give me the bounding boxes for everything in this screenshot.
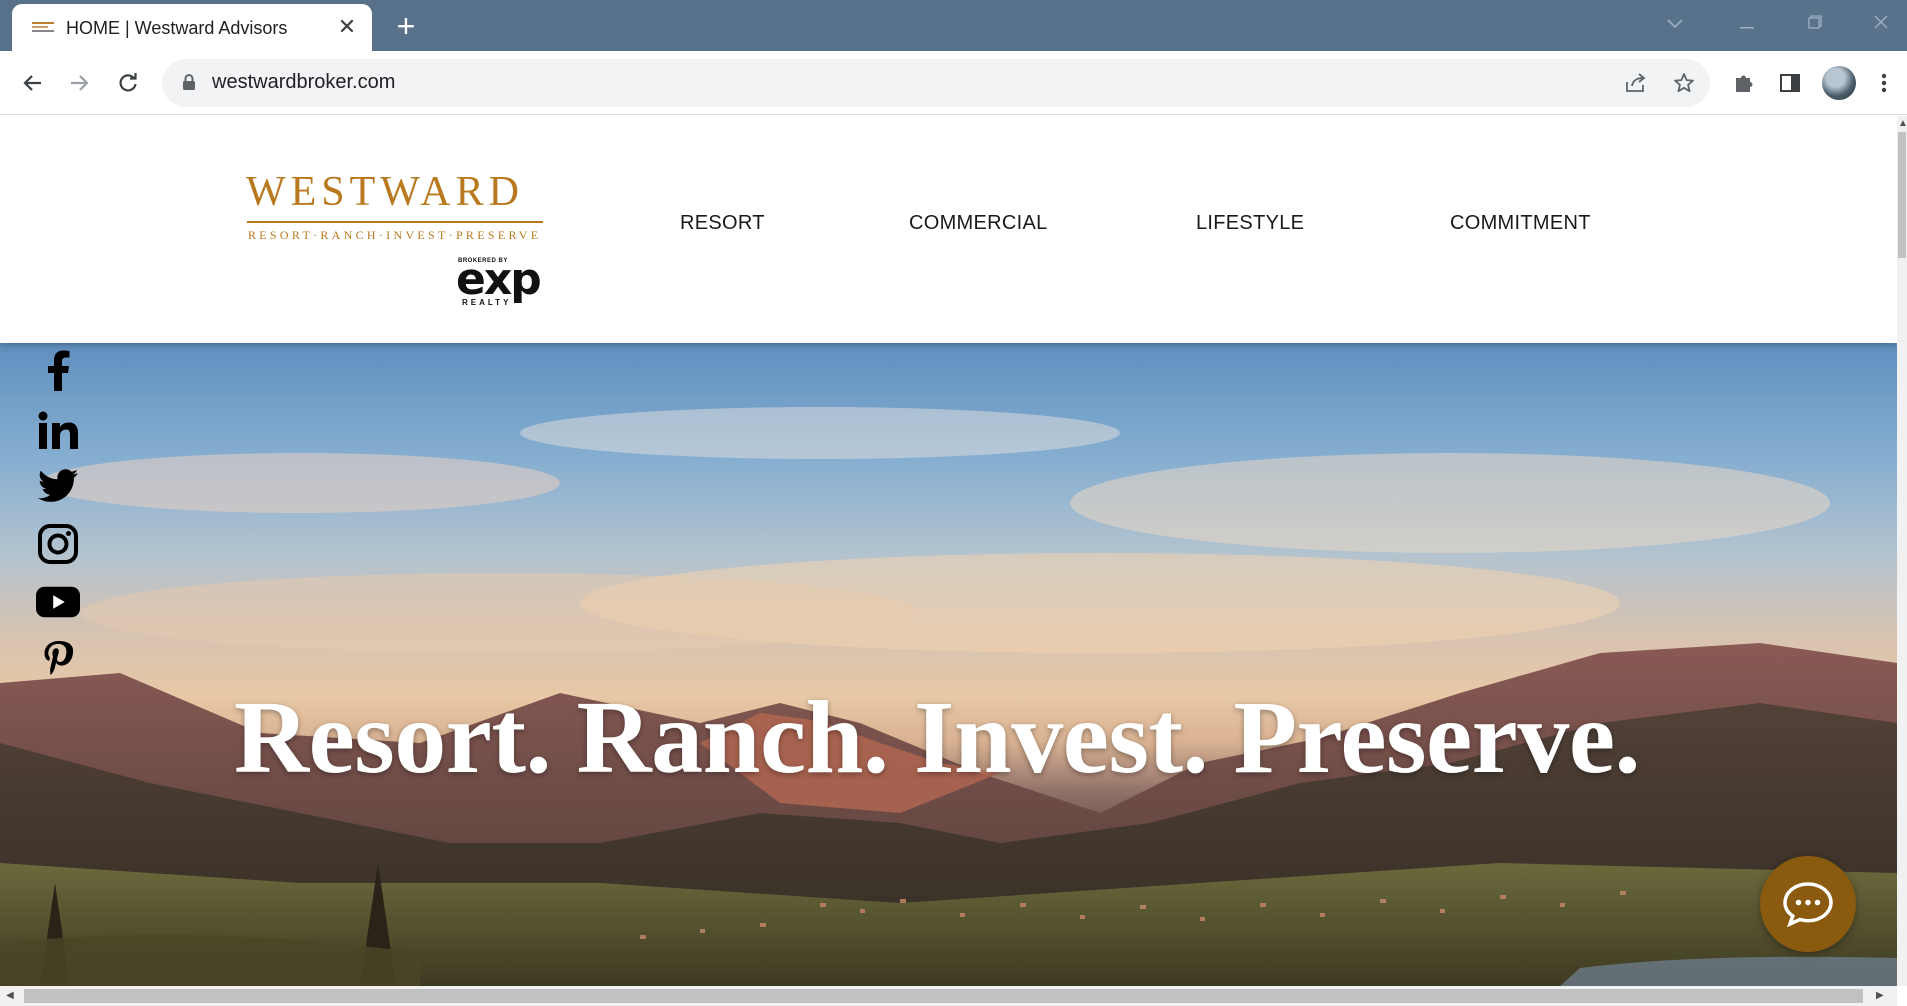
instagram-icon[interactable] (36, 522, 80, 566)
horizontal-scrollbar[interactable]: ◀ ▶ (0, 986, 1897, 1006)
browser-tab-strip: HOME | Westward Advisors ✕ + (0, 0, 1907, 51)
bookmark-star-icon[interactable] (1670, 69, 1698, 97)
back-button[interactable] (14, 65, 50, 101)
linkedin-icon[interactable] (36, 408, 80, 452)
side-panel-icon[interactable] (1772, 65, 1808, 101)
scroll-right-arrow-icon[interactable]: ▶ (1876, 990, 1884, 1001)
hero-banner: Resort. Ranch. Invest. Preserve. (0, 343, 1897, 986)
scroll-up-arrow-icon[interactable]: ▲ (1898, 118, 1907, 129)
vertical-scroll-thumb[interactable] (1898, 132, 1906, 258)
vertical-scrollbar[interactable]: ▲ (1897, 116, 1907, 986)
web-page: WESTWARD RESORT·RANCH·INVEST·PRESERVE BR… (0, 116, 1897, 986)
extensions-puzzle-icon[interactable] (1726, 65, 1762, 101)
hero-title: Resort. Ranch. Invest. Preserve. (234, 680, 1640, 795)
share-icon[interactable] (1622, 69, 1650, 97)
minimize-window-icon[interactable] (1712, 0, 1782, 44)
nav-commitment[interactable]: COMMITMENT (1450, 212, 1591, 235)
site-favicon-icon (32, 22, 54, 32)
mountain-landscape-image (0, 407, 1897, 986)
lock-icon[interactable] (182, 74, 196, 96)
logo-wordmark: WESTWARD (246, 169, 524, 215)
nav-resort[interactable]: RESORT (680, 212, 765, 235)
westward-logo[interactable]: WESTWARD RESORT·RANCH·INVEST·PRESERVE BR… (246, 168, 546, 307)
site-header: WESTWARD RESORT·RANCH·INVEST·PRESERVE BR… (0, 116, 1897, 343)
profile-avatar[interactable] (1822, 66, 1856, 100)
forward-button[interactable] (62, 65, 98, 101)
facebook-icon[interactable] (36, 348, 80, 392)
tab-title: HOME | Westward Advisors (66, 18, 288, 38)
more-menu-icon[interactable] (1866, 65, 1902, 101)
logo-divider (247, 221, 543, 223)
browser-toolbar: westwardbroker.com (0, 51, 1907, 115)
scroll-left-arrow-icon[interactable]: ◀ (6, 990, 14, 1001)
nav-commercial[interactable]: COMMERCIAL (909, 212, 1048, 235)
nav-lifestyle[interactable]: LIFESTYLE (1196, 212, 1304, 235)
chat-button[interactable] (1760, 856, 1856, 952)
new-tab-button[interactable]: + (388, 8, 424, 44)
twitter-icon[interactable] (36, 464, 80, 508)
pinterest-icon[interactable] (36, 638, 80, 682)
url-text[interactable]: westwardbroker.com (212, 71, 395, 94)
chat-bubble-icon (1783, 882, 1833, 927)
restore-window-icon[interactable] (1780, 0, 1850, 44)
logo-tagline: RESORT·RANCH·INVEST·PRESERVE (248, 228, 542, 242)
browser-tab[interactable]: HOME | Westward Advisors ✕ (12, 4, 372, 51)
address-bar[interactable]: westwardbroker.com (162, 59, 1710, 107)
close-tab-icon[interactable]: ✕ (334, 14, 360, 40)
close-window-icon[interactable] (1846, 0, 1907, 44)
tab-search-icon[interactable] (1640, 0, 1710, 44)
logo-realty: REALTY (462, 298, 512, 307)
youtube-icon[interactable] (36, 580, 80, 624)
reload-button[interactable] (110, 65, 146, 101)
horizontal-scroll-thumb[interactable] (24, 989, 1863, 1003)
